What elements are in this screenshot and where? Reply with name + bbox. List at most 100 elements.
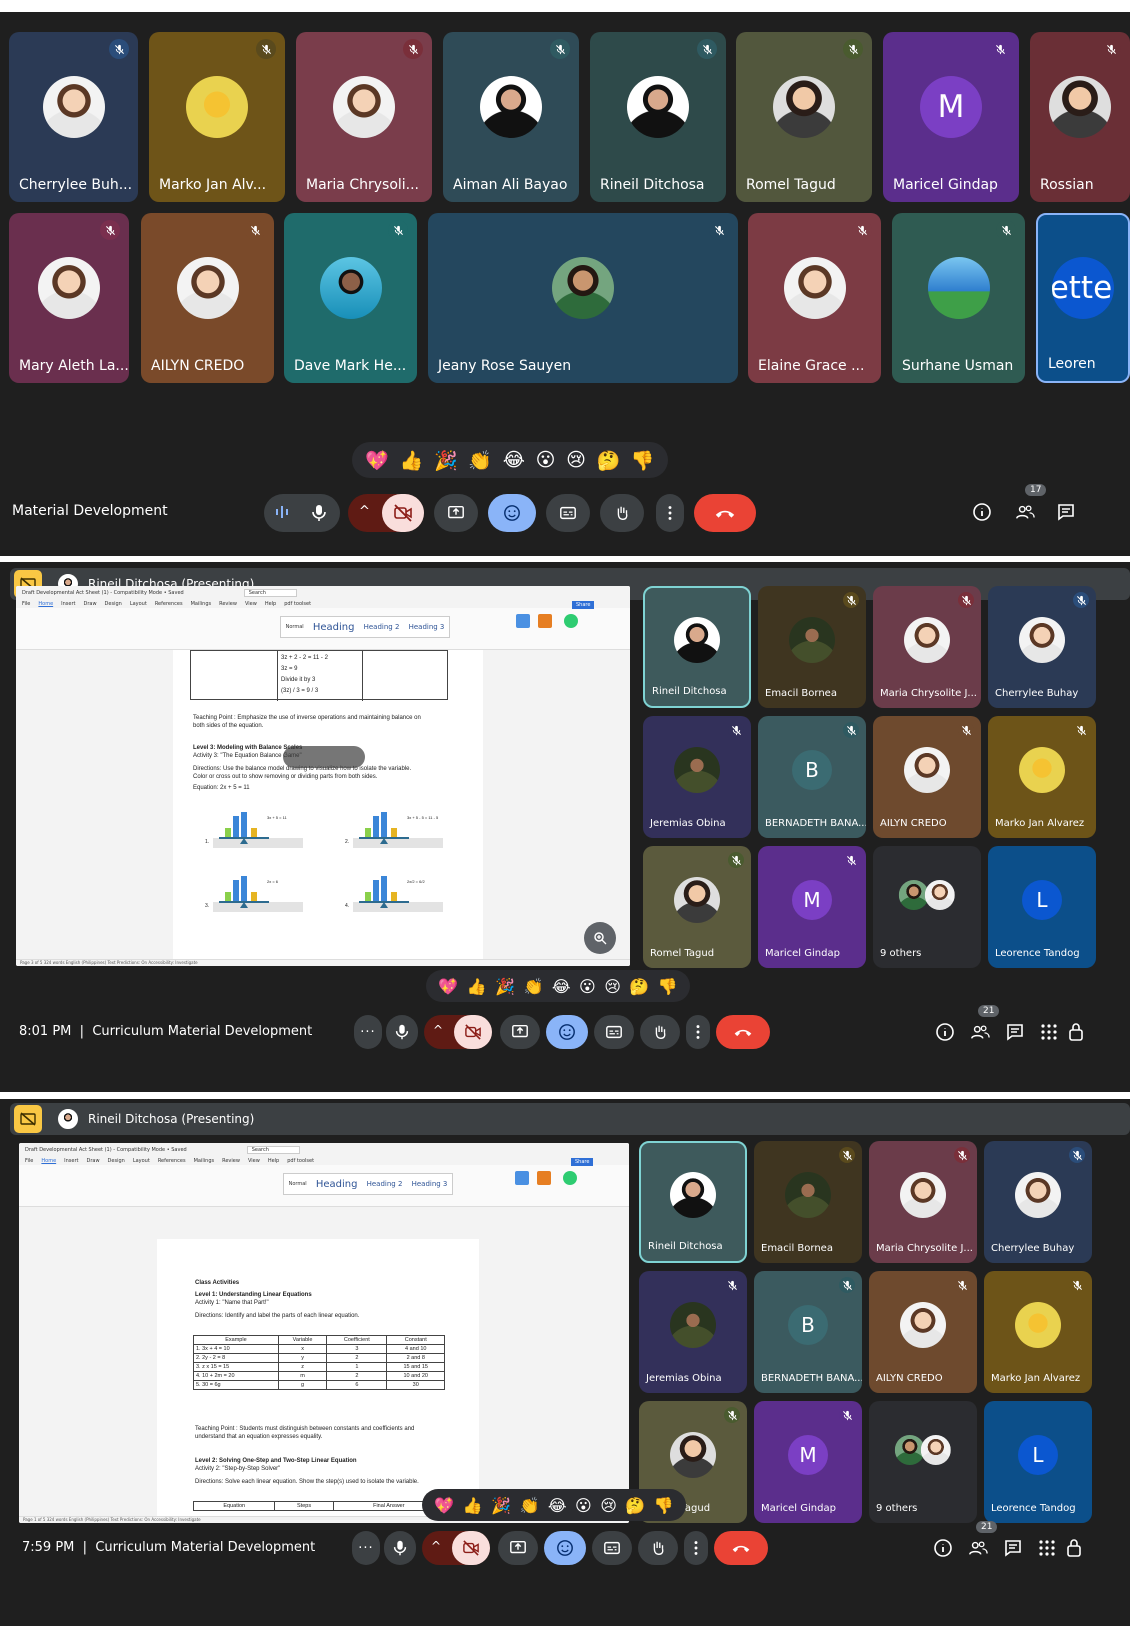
leave-call-button[interactable] <box>694 494 756 532</box>
reaction-emoji[interactable]: 🤔 <box>629 977 649 996</box>
chevron-up-icon[interactable]: ^ <box>359 504 370 519</box>
reaction-emoji[interactable]: 💖 <box>438 977 458 996</box>
participant-tile[interactable]: Jeremias Obina <box>643 716 751 838</box>
mic-group[interactable] <box>264 494 340 532</box>
doc-menu-item[interactable]: References <box>158 1158 186 1164</box>
doc-menu-item[interactable]: View <box>245 601 257 607</box>
participant-tile[interactable]: Marko Jan Alvarez <box>984 1271 1092 1393</box>
share-button[interactable]: Share <box>572 601 595 609</box>
doc-menu-item[interactable]: Design <box>105 601 122 607</box>
info-icon[interactable] <box>934 1021 956 1043</box>
styles-gallery[interactable]: Normal Heading Heading 2 Heading 3 <box>280 616 450 638</box>
participant-tile[interactable]: letter Leoren <box>1036 213 1130 383</box>
people-icon[interactable] <box>968 1021 992 1043</box>
people-icon[interactable] <box>966 1537 990 1559</box>
chat-icon[interactable] <box>1002 1537 1024 1559</box>
captions-button[interactable] <box>546 494 590 532</box>
doc-menu-item[interactable]: Mailings <box>191 601 212 607</box>
mic-button[interactable] <box>384 1531 416 1565</box>
reaction-emoji[interactable]: 😂 <box>503 449 525 471</box>
reaction-emoji[interactable]: 😢 <box>566 449 586 471</box>
reactions-button[interactable] <box>544 1531 586 1565</box>
leave-call-button[interactable] <box>716 1015 770 1049</box>
doc-menu-item[interactable]: pdf toolset <box>287 1158 314 1164</box>
style-option[interactable]: Heading 2 <box>364 623 400 631</box>
doc-menu-item[interactable]: pdf toolset <box>284 601 311 607</box>
dictate-icon[interactable] <box>516 614 530 628</box>
reaction-emoji[interactable]: 👎 <box>658 977 678 996</box>
style-option[interactable]: Heading <box>313 622 355 633</box>
dictate-icon[interactable] <box>515 1171 529 1185</box>
participant-tile[interactable]: Rineil Ditchosa <box>590 32 726 202</box>
reaction-emoji[interactable]: 😂 <box>552 977 571 996</box>
participant-tile[interactable]: M Maricel Gindap <box>883 32 1019 202</box>
reaction-emoji[interactable]: 👍 <box>463 1496 483 1515</box>
participant-tile[interactable]: Jeremias Obina <box>639 1271 747 1393</box>
doc-search[interactable]: Search <box>243 589 297 597</box>
copilot-icon[interactable] <box>564 614 578 628</box>
reaction-emoji[interactable]: 🤔 <box>597 449 621 472</box>
reaction-emoji[interactable]: 😢 <box>600 1496 617 1515</box>
participant-tile[interactable]: Romel Tagud <box>736 32 872 202</box>
camera-group[interactable]: ^ <box>422 1531 490 1565</box>
raise-hand-button[interactable] <box>640 1015 680 1049</box>
doc-menu-item[interactable]: Insert <box>61 601 75 607</box>
copilot-icon[interactable] <box>563 1171 577 1185</box>
host-controls-icon[interactable] <box>1068 1021 1084 1043</box>
apps-grid-icon[interactable] <box>1038 1021 1060 1043</box>
stop-presenting-icon[interactable] <box>14 1105 42 1133</box>
doc-menu-item[interactable]: View <box>248 1158 260 1164</box>
participant-tile[interactable]: AILYN CREDO <box>873 716 981 838</box>
reaction-emoji[interactable]: 👎 <box>654 1496 674 1515</box>
participant-tile[interactable]: Dave Mark He... <box>284 213 417 383</box>
participant-tile[interactable]: Marko Jan Alvarez <box>988 716 1096 838</box>
participant-tile[interactable]: 9 others <box>873 846 981 968</box>
participant-tile[interactable]: M Maricel Gindap <box>754 1401 862 1523</box>
reaction-emoji[interactable]: 👏 <box>523 977 543 996</box>
host-controls-icon[interactable] <box>1066 1537 1082 1559</box>
apps-grid-icon[interactable] <box>1036 1537 1058 1559</box>
style-option[interactable]: Heading 3 <box>412 1180 448 1188</box>
styles-gallery[interactable]: Normal Heading Heading 2 Heading 3 <box>283 1173 453 1195</box>
participant-tile[interactable]: Rineil Ditchosa <box>643 586 751 708</box>
camera-off-button[interactable] <box>452 1531 490 1565</box>
doc-menu-item[interactable]: Mailings <box>194 1158 215 1164</box>
participant-tile[interactable]: AILYN CREDO <box>869 1271 977 1393</box>
participant-tile[interactable]: B BERNADETH BANA... <box>754 1271 862 1393</box>
reaction-emoji[interactable]: 👍 <box>467 977 487 996</box>
reactions-button[interactable] <box>488 494 536 532</box>
present-button[interactable] <box>498 1531 538 1565</box>
doc-menu-item[interactable]: Design <box>108 1158 125 1164</box>
reaction-emoji[interactable]: 💖 <box>434 1496 454 1515</box>
doc-menu-item[interactable]: Draw <box>86 1158 99 1164</box>
reaction-emoji[interactable]: 👏 <box>468 449 492 472</box>
doc-menu-item[interactable]: File <box>22 601 30 607</box>
reaction-emoji[interactable]: 😢 <box>604 977 621 996</box>
doc-menu-item[interactable]: Help <box>268 1158 279 1164</box>
mic-icon[interactable] <box>310 503 328 527</box>
leave-call-button[interactable] <box>714 1531 768 1565</box>
chat-icon[interactable] <box>1004 1021 1026 1043</box>
shared-screen-word-doc[interactable]: Draft Developmental Act Sheet (1) - Comp… <box>19 1143 629 1523</box>
participant-tile[interactable]: M Maricel Gindap <box>758 846 866 968</box>
participant-tile[interactable]: Aiman Ali Bayao <box>443 32 579 202</box>
participant-tile[interactable]: Surhane Usman <box>892 213 1025 383</box>
reaction-emoji[interactable]: 😂 <box>548 1496 567 1515</box>
doc-menu-item[interactable]: Home <box>38 601 53 607</box>
reactions-button[interactable] <box>546 1015 588 1049</box>
mic-button[interactable] <box>386 1015 418 1049</box>
reaction-emoji[interactable]: 🎉 <box>495 977 515 996</box>
add-ins-icon[interactable] <box>537 1171 551 1185</box>
more-options-button[interactable] <box>686 1015 710 1049</box>
info-icon[interactable] <box>970 500 994 524</box>
style-option[interactable]: Normal <box>289 1181 307 1187</box>
doc-menu-item[interactable]: Home <box>41 1158 56 1164</box>
captions-button[interactable] <box>592 1531 632 1565</box>
reaction-emoji[interactable]: 👏 <box>519 1496 539 1515</box>
participant-tile[interactable]: L Leorence Tandog <box>984 1401 1092 1523</box>
doc-menu-item[interactable]: References <box>155 601 183 607</box>
present-button[interactable] <box>434 494 478 532</box>
more-options-button[interactable] <box>684 1531 708 1565</box>
more-actions-button[interactable]: ··· <box>354 1015 382 1049</box>
participant-tile[interactable]: Maria Chrysoli... <box>296 32 432 202</box>
